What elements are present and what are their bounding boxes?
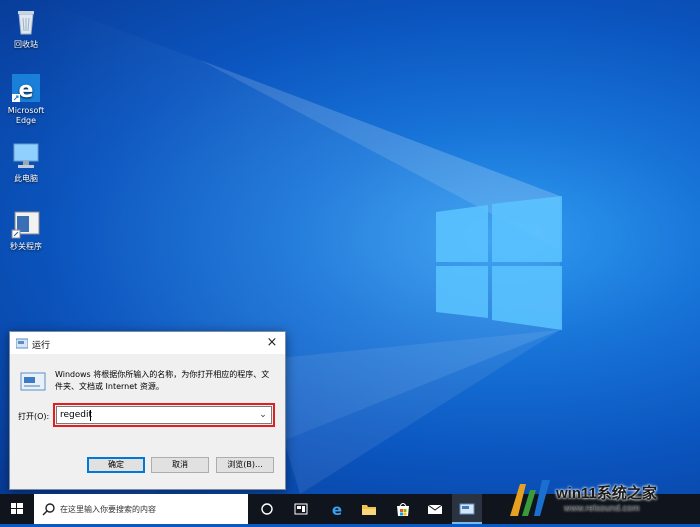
browse-button[interactable]: 浏览(B)... — [216, 457, 274, 473]
task-view-icon — [261, 503, 273, 515]
desktop-icon-label: Microsoft Edge — [7, 106, 45, 125]
desktop-icon-shortcut-program[interactable]: 秒关程序 — [6, 208, 46, 252]
run-dialog-footer: 确定 取消 浏览(B)... — [10, 445, 285, 489]
mail-icon — [427, 504, 443, 514]
taskbar-app-edge[interactable]: e — [322, 494, 352, 524]
program-icon — [10, 208, 42, 240]
taskbar-app-mail[interactable] — [420, 494, 450, 524]
desktop-icon-edge[interactable]: e Microsoft Edge — [6, 72, 46, 126]
folder-icon — [362, 505, 376, 515]
svg-text:e: e — [332, 501, 342, 517]
search-icon — [42, 503, 55, 516]
taskbar-search-box[interactable]: 在这里输入你要搜索的内容 — [34, 494, 248, 524]
open-label: 打开(O): — [18, 412, 50, 421]
run-icon — [16, 338, 28, 349]
computer-icon — [10, 140, 42, 172]
start-button[interactable] — [0, 494, 34, 524]
search-placeholder: 在这里输入你要搜索的内容 — [60, 505, 156, 514]
edge-icon: e — [332, 501, 342, 517]
run-dialog: 运行 × Windows 将根据你所输入的名称，为你打开相应的程序、文件夹、文档… — [9, 331, 286, 490]
watermark-text: win11系统之家 — [556, 485, 657, 502]
edge-icon: e — [10, 72, 42, 104]
windows-logo-icon — [11, 503, 23, 514]
desktop-icon-label: 回收站 — [14, 40, 38, 49]
close-button[interactable]: × — [263, 334, 281, 352]
desktop-icon-label: 此电脑 — [14, 174, 38, 183]
desktop-icon-this-pc[interactable]: 此电脑 — [6, 140, 46, 184]
highlight-annotation — [53, 403, 275, 427]
desktop: 回收站 e Microsoft Edge 此电脑 秒关程序 运行 × Windo… — [0, 0, 700, 494]
taskbar-app-file-explorer[interactable] — [354, 494, 384, 524]
recycle-bin-icon — [10, 6, 42, 38]
cancel-button[interactable]: 取消 — [151, 457, 209, 473]
desktop-icon-recycle-bin[interactable]: 回收站 — [6, 6, 46, 50]
taskbar-app-widgets[interactable] — [286, 494, 316, 524]
store-icon — [397, 503, 409, 516]
widgets-icon — [294, 503, 308, 515]
run-description: Windows 将根据你所输入的名称，为你打开相应的程序、文件夹、文档或 Int… — [55, 370, 270, 391]
run-dialog-title: 运行 — [32, 341, 51, 351]
desktop-icon-label: 秒关程序 — [10, 242, 42, 251]
watermark-logo — [510, 480, 550, 516]
run-dialog-titlebar[interactable]: 运行 × — [10, 332, 285, 354]
task-view-button[interactable] — [252, 494, 282, 524]
taskbar-app-store[interactable] — [388, 494, 418, 524]
run-app-icon — [20, 372, 46, 391]
watermark-url: www.relsound.com — [564, 503, 640, 513]
run-icon — [459, 503, 475, 515]
taskbar-app-run[interactable] — [452, 494, 482, 524]
watermark: win11系统之家 www.relsound.com — [504, 472, 694, 524]
ok-button[interactable]: 确定 — [87, 457, 145, 473]
svg-text:e: e — [19, 78, 34, 103]
